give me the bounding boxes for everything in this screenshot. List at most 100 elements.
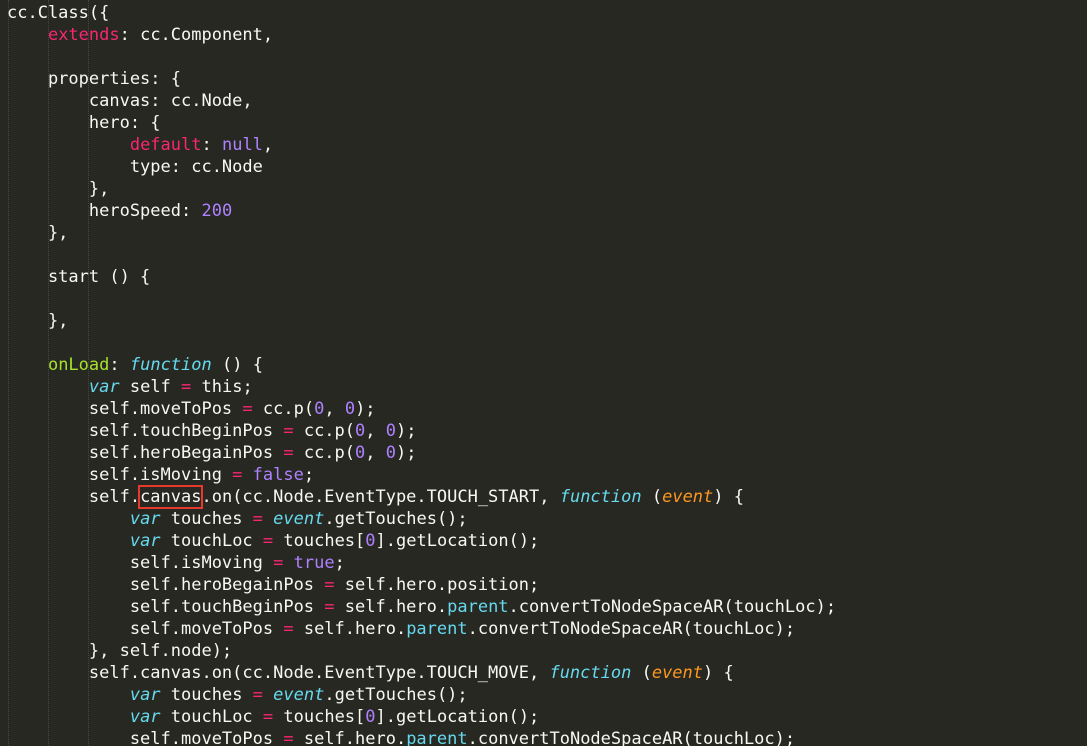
code-token: = — [252, 509, 263, 529]
code-line[interactable]: start () { — [7, 266, 150, 288]
code-token: self.hero. — [334, 597, 448, 617]
code-token: extends — [47, 25, 120, 45]
code-token: event — [662, 487, 714, 507]
code-line[interactable]: var touches = event.getTouches(); — [7, 508, 468, 530]
code-line[interactable]: }, self.node); — [7, 640, 232, 662]
code-token: parent — [406, 729, 468, 746]
code-line[interactable]: var self = this; — [7, 376, 253, 398]
code-token: = — [273, 553, 284, 573]
code-token: true — [293, 553, 335, 573]
code-token: parent — [406, 619, 468, 639]
code-token: touchLoc — [160, 707, 263, 727]
code-token: 0 — [365, 531, 376, 551]
code-token: , — [365, 421, 386, 441]
code-line[interactable]: self.moveToPos = cc.p(0, 0); — [7, 398, 376, 420]
code-token: cc.p( — [293, 421, 356, 441]
code-token: heroSpeed: — [7, 201, 202, 221]
code-token: : cc.Component, — [119, 25, 274, 45]
code-token: = — [283, 443, 294, 463]
code-token: self. — [7, 487, 141, 507]
code-line[interactable]: self.heroBegainPos = cc.p(0, 0); — [7, 442, 417, 464]
code-line[interactable]: self.touchBeginPos = self.hero.parent.co… — [7, 596, 836, 618]
code-line[interactable]: var touches = event.getTouches(); — [7, 684, 468, 706]
code-line[interactable]: }, — [7, 222, 68, 244]
code-editor[interactable]: cc.Class({ extends: cc.Component, proper… — [0, 0, 1087, 746]
code-line[interactable]: self.isMoving = false; — [7, 464, 314, 486]
code-token: self.heroBegainPos — [7, 443, 284, 463]
code-token: = — [252, 685, 263, 705]
code-line[interactable]: self.touchBeginPos = cc.p(0, 0); — [7, 420, 417, 442]
code-token: var — [129, 509, 161, 529]
code-token: cc.p( — [293, 443, 356, 463]
code-line[interactable]: }, — [7, 310, 68, 332]
code-token: = — [283, 729, 294, 746]
code-line[interactable]: self.moveToPos = self.hero.parent.conver… — [7, 728, 795, 746]
code-token: ; — [334, 553, 345, 573]
code-token: : — [201, 135, 222, 155]
code-token: function — [559, 487, 642, 507]
code-token: this; — [191, 377, 253, 397]
code-token: canvas: cc.Node, — [7, 91, 253, 111]
code-token: ) { — [713, 487, 744, 507]
code-token: self.moveToPos — [7, 729, 284, 746]
code-line[interactable]: onLoad: function () { — [7, 354, 263, 376]
code-token: = — [283, 421, 294, 441]
code-token: ; — [303, 465, 315, 485]
code-line[interactable]: self.isMoving = true; — [7, 552, 345, 574]
code-token: ( — [641, 487, 663, 507]
code-token: : — [109, 355, 130, 375]
code-token: var — [129, 707, 161, 727]
code-token: , — [365, 443, 386, 463]
code-token: ); — [396, 443, 417, 463]
code-line[interactable]: }, — [7, 178, 109, 200]
code-line[interactable]: self.moveToPos = self.hero.parent.conver… — [7, 618, 795, 640]
code-token: ); — [355, 399, 376, 419]
code-token: touchLoc — [160, 531, 263, 551]
code-line[interactable]: extends: cc.Component, — [7, 24, 273, 46]
code-token: var — [129, 685, 161, 705]
code-line[interactable]: cc.Class({ — [7, 2, 109, 24]
code-token: , — [324, 399, 345, 419]
code-token: self.moveToPos — [7, 619, 284, 639]
code-line[interactable]: canvas: cc.Node, — [7, 90, 253, 112]
code-token: .convertToNodeSpaceAR(touchLoc); — [508, 597, 837, 617]
code-line[interactable]: self.canvas.on(cc.Node.EventType.TOUCH_M… — [7, 662, 734, 684]
code-token: self.isMoving — [7, 553, 274, 573]
code-line[interactable]: var touchLoc = touches[0].getLocation(); — [7, 706, 539, 728]
code-line[interactable]: self.heroBegainPos = self.hero.position; — [7, 574, 539, 596]
code-token: ); — [396, 421, 417, 441]
code-line[interactable]: type: cc.Node — [7, 156, 263, 178]
code-token: ( — [631, 663, 652, 683]
code-line[interactable]: heroSpeed: 200 — [7, 200, 232, 222]
code-token: = — [262, 707, 274, 727]
code-line[interactable]: hero: { — [7, 112, 161, 134]
code-token: self.touchBeginPos — [7, 597, 325, 617]
code-line[interactable]: properties: { — [7, 68, 181, 90]
code-token: self.moveToPos — [7, 399, 243, 419]
code-token: self.hero. — [293, 619, 407, 639]
code-token: self.isMoving — [7, 465, 233, 485]
code-token: properties: { — [7, 69, 181, 89]
code-token: touches[ — [273, 707, 366, 727]
code-line[interactable]: var touchLoc = touches[0].getLocation(); — [7, 530, 539, 552]
code-line[interactable]: default: null, — [7, 134, 273, 156]
code-token: touches — [160, 509, 253, 529]
code-token: 0 — [385, 443, 396, 463]
code-token: false — [252, 465, 304, 485]
code-token: }, self.node); — [7, 641, 233, 661]
code-line[interactable]: self.canvas.on(cc.Node.EventType.TOUCH_S… — [7, 485, 744, 509]
code-token: onLoad — [47, 355, 110, 375]
code-token: () { — [211, 355, 263, 375]
code-token: = — [262, 531, 274, 551]
code-token: = — [324, 575, 335, 595]
code-token: 0 — [365, 707, 376, 727]
code-token: function — [129, 355, 212, 375]
code-token: = — [324, 597, 335, 617]
code-token: touches — [160, 685, 253, 705]
